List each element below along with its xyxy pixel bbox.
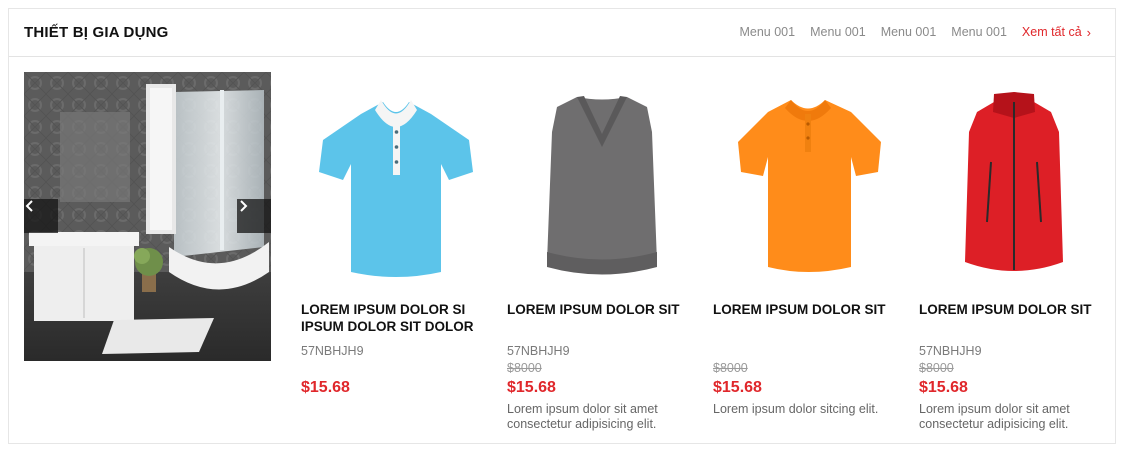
product-name[interactable]: LOREM IPSUM DOLOR SIT (919, 301, 1109, 318)
chevron-right-icon (240, 200, 248, 212)
section-title: THIẾT BỊ GIA DỤNG (24, 24, 169, 41)
section-menu: Menu 001 Menu 001 Menu 001 Menu 001 Xem … (724, 25, 1091, 39)
product-old-price: $8000 (713, 361, 748, 375)
product-image[interactable] (507, 72, 697, 287)
product-price: $15.68 (507, 379, 556, 396)
product-name[interactable]: LOREM IPSUM DOLOR SI IPSUM DOLOR SIT DOL… (301, 301, 491, 335)
view-all-label: Xem tất cả (1021, 25, 1082, 39)
banner-slider[interactable] (24, 72, 271, 361)
chevron-right-icon: › (1086, 24, 1091, 40)
slider-next-button[interactable] (237, 199, 271, 233)
product-section: THIẾT BỊ GIA DỤNG Menu 001 Menu 001 Menu… (8, 8, 1116, 444)
product-old-price: $8000 (507, 361, 542, 375)
product-price: $15.68 (919, 379, 968, 396)
product-price: $15.68 (713, 379, 762, 396)
chevron-left-icon (25, 200, 33, 212)
sweater-vest-image (547, 96, 657, 275)
polo-shirt-image (738, 100, 881, 272)
product-name[interactable]: LOREM IPSUM DOLOR SIT (507, 301, 697, 318)
product-price: $15.68 (301, 379, 350, 396)
menu-item[interactable]: Menu 001 (810, 25, 866, 39)
product-description: Lorem ipsum dolor sitcing elit. (713, 402, 879, 416)
product-sku: 57NBHJH9 (507, 344, 570, 358)
product-card[interactable]: LOREM IPSUM DOLOR SIT 57NBHJH9 $8000 $15… (919, 72, 1109, 431)
softshell-vest-image (965, 92, 1063, 271)
product-old-price: $8000 (919, 361, 954, 375)
bathroom-image (24, 72, 271, 361)
polo-shirt-image (319, 100, 473, 277)
menu-item[interactable]: Menu 001 (739, 25, 795, 39)
product-sku: 57NBHJH9 (919, 344, 982, 358)
product-card[interactable]: LOREM IPSUM DOLOR SIT $8000 $15.68 Lorem… (713, 72, 903, 416)
product-description: Lorem ipsum dolor sit amet consectetur a… (507, 402, 658, 431)
menu-item[interactable]: Menu 001 (951, 25, 1007, 39)
shirt-body (547, 97, 657, 270)
product-card[interactable]: LOREM IPSUM DOLOR SIT 57NBHJH9 $8000 $15… (507, 72, 697, 431)
product-image[interactable] (713, 72, 903, 287)
product-name[interactable]: LOREM IPSUM DOLOR SIT (713, 301, 903, 318)
menu-item[interactable]: Menu 001 (881, 25, 937, 39)
section-header: THIẾT BỊ GIA DỤNG Menu 001 Menu 001 Menu… (9, 9, 1115, 57)
product-sku: 57NBHJH9 (301, 344, 364, 358)
view-all-link[interactable]: Xem tất cả › (1022, 25, 1091, 39)
product-description: Lorem ipsum dolor sit amet consectetur a… (919, 402, 1070, 431)
slider-prev-button[interactable] (24, 199, 58, 233)
product-image[interactable] (919, 72, 1109, 287)
product-image[interactable] (301, 72, 491, 287)
product-card[interactable]: LOREM IPSUM DOLOR SI IPSUM DOLOR SIT DOL… (301, 72, 491, 396)
